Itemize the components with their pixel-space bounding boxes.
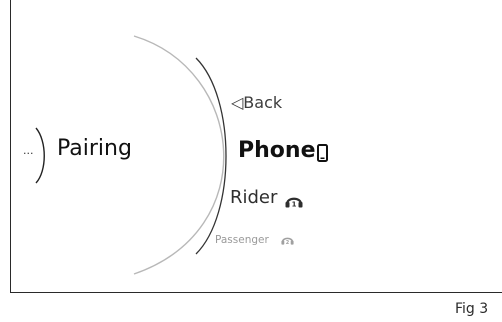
figure-caption: Fig 3 <box>455 301 489 317</box>
rider-headset-icon: 1 <box>285 197 303 209</box>
inner-arc <box>35 127 45 184</box>
pairing-menu-screen: ... Pairing ◁Back Phone Rider 1 Passenge… <box>0 0 502 322</box>
passenger-headset-icon: 2 <box>281 237 294 245</box>
passenger-menu-item[interactable]: Passenger <box>215 234 269 246</box>
current-menu-title: Pairing <box>57 136 132 161</box>
phone-icon <box>317 144 328 162</box>
more-indicator[interactable]: ... <box>23 144 34 157</box>
phone-menu-item[interactable]: Phone <box>238 138 315 163</box>
back-menu-item[interactable]: ◁Back <box>231 93 282 112</box>
outer-arc <box>133 35 225 275</box>
outer-arc-core <box>195 57 227 255</box>
rider-menu-item[interactable]: Rider <box>230 187 277 208</box>
svg-text:1: 1 <box>292 201 297 209</box>
svg-text:2: 2 <box>286 240 290 245</box>
